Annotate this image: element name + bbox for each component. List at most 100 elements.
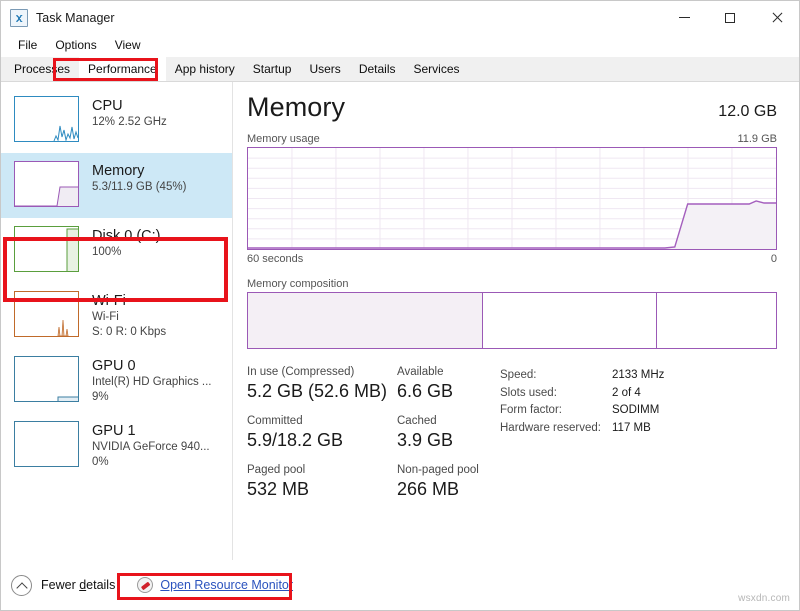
sidebar-item-gpu0-text: GPU 0 Intel(R) HD Graphics ... 9% <box>92 356 212 405</box>
tab-strip: Processes Performance App history Startu… <box>1 57 799 82</box>
fewer-details-pre: Fewer <box>41 578 79 592</box>
sidebar-item-disk0-stat: 100% <box>92 245 160 260</box>
sidebar-item-wifi-adapter: Wi-Fi <box>92 310 166 325</box>
composition-segment-in-use <box>248 293 483 348</box>
sidebar-item-gpu0[interactable]: GPU 0 Intel(R) HD Graphics ... 9% <box>1 348 232 413</box>
fewer-details-button[interactable]: Fewer details <box>41 578 115 592</box>
sidebar-item-cpu-stat: 12% 2.52 GHz <box>92 115 167 130</box>
menu-item-view[interactable]: View <box>107 35 149 56</box>
sidebar-item-gpu0-model: Intel(R) HD Graphics ... <box>92 375 212 390</box>
stat-committed-value: 5.9/18.2 GB <box>247 429 397 452</box>
tab-performance[interactable]: Performance <box>79 57 166 81</box>
tab-app-history[interactable]: App history <box>166 57 244 81</box>
composition-segment-standby <box>657 293 776 348</box>
sidebar-item-wifi-text: Wi-Fi Wi-Fi S: 0 R: 0 Kbps <box>92 291 166 340</box>
title-bar: Task Manager <box>1 1 799 34</box>
sidebar-item-cpu-text: CPU 12% 2.52 GHz <box>92 96 167 130</box>
tab-users[interactable]: Users <box>300 57 349 81</box>
detail-form-factor: Form factor: SODIMM <box>500 402 664 420</box>
minimize-icon <box>679 17 690 18</box>
close-icon <box>771 12 782 23</box>
detail-hardware-reserved-key: Hardware reserved: <box>500 420 612 438</box>
open-resource-monitor[interactable]: Open Resource Monitor <box>137 577 293 593</box>
memory-detail-panel: Memory 12.0 GB Memory usage 11.9 GB <box>233 82 799 608</box>
window-controls <box>661 1 799 34</box>
stat-paged-pool-label: Paged pool <box>247 463 397 478</box>
memory-stats-primary: In use (Compressed) 5.2 GB (52.6 MB) Ava… <box>247 365 500 512</box>
stat-row-committed-cached: Committed 5.9/18.2 GB Cached 3.9 GB <box>247 414 500 452</box>
window-title: Task Manager <box>36 11 115 25</box>
stat-committed: Committed 5.9/18.2 GB <box>247 414 397 452</box>
sidebar-item-gpu1-text: GPU 1 NVIDIA GeForce 940... 0% <box>92 421 210 470</box>
sidebar-item-memory-stat: 5.3/11.9 GB (45%) <box>92 180 186 195</box>
stat-cached: Cached 3.9 GB <box>397 414 453 452</box>
stat-row-pools: Paged pool 532 MB Non-paged pool 266 MB <box>247 463 500 501</box>
usage-axis-left: 60 seconds <box>247 253 303 265</box>
sidebar-item-memory[interactable]: Memory 5.3/11.9 GB (45%) <box>1 153 232 218</box>
resource-sidebar: CPU 12% 2.52 GHz Memory 5.3/11.9 GB (45%… <box>1 82 233 608</box>
gpu1-thumbnail-graph <box>14 421 79 467</box>
stat-non-paged-pool-value: 266 MB <box>397 478 479 501</box>
stat-paged-pool-value: 532 MB <box>247 478 397 501</box>
memory-stats-details: Speed: 2133 MHz Slots used: 2 of 4 Form … <box>500 365 664 512</box>
detail-hardware-reserved: Hardware reserved: 117 MB <box>500 420 664 438</box>
stat-row-inuse-available: In use (Compressed) 5.2 GB (52.6 MB) Ava… <box>247 365 500 403</box>
detail-form-factor-value: SODIMM <box>612 402 659 420</box>
stat-available-label: Available <box>397 365 453 380</box>
sidebar-item-gpu1-model: NVIDIA GeForce 940... <box>92 440 210 455</box>
watermark: wsxdn.com <box>738 593 790 604</box>
maximize-icon <box>725 13 735 23</box>
detail-slots-used-key: Slots used: <box>500 385 612 403</box>
page-title: Memory <box>247 92 345 123</box>
maximize-button[interactable] <box>707 1 753 34</box>
chevron-up-icon[interactable] <box>11 575 32 596</box>
memory-usage-plot <box>248 148 776 249</box>
detail-speed-key: Speed: <box>500 367 612 385</box>
tab-startup[interactable]: Startup <box>244 57 301 81</box>
sidebar-item-memory-label: Memory <box>92 162 186 180</box>
stat-paged-pool: Paged pool 532 MB <box>247 463 397 501</box>
open-resource-monitor-link[interactable]: Open Resource Monitor <box>160 578 293 592</box>
memory-header: Memory 12.0 GB <box>247 92 777 123</box>
total-memory-value: 12.0 GB <box>718 103 777 121</box>
sidebar-item-disk0[interactable]: Disk 0 (C:) 100% <box>1 218 232 283</box>
task-manager-icon <box>10 9 28 27</box>
menu-item-file[interactable]: File <box>10 35 45 56</box>
stat-non-paged-pool: Non-paged pool 266 MB <box>397 463 479 501</box>
detail-form-factor-key: Form factor: <box>500 402 612 420</box>
usage-chart-caption: Memory usage 11.9 GB <box>247 133 777 145</box>
usage-axis-right: 0 <box>771 253 777 265</box>
menu-item-options[interactable]: Options <box>47 35 104 56</box>
tab-services[interactable]: Services <box>405 57 469 81</box>
memory-composition-bar <box>247 292 777 349</box>
sidebar-item-gpu1-label: GPU 1 <box>92 422 210 440</box>
tab-processes[interactable]: Processes <box>5 57 79 81</box>
sidebar-item-gpu0-stat: 9% <box>92 390 212 405</box>
tab-details[interactable]: Details <box>350 57 405 81</box>
cpu-thumbnail-graph <box>14 96 79 142</box>
sidebar-item-wifi-label: Wi-Fi <box>92 292 166 310</box>
wifi-thumbnail-graph <box>14 291 79 337</box>
minimize-button[interactable] <box>661 1 707 34</box>
close-button[interactable] <box>753 1 799 34</box>
status-bar: Fewer details Open Resource Monitor wsxd… <box>1 560 799 610</box>
memory-stats: In use (Compressed) 5.2 GB (52.6 MB) Ava… <box>247 365 777 512</box>
stat-committed-label: Committed <box>247 414 397 429</box>
stat-in-use-value: 5.2 GB (52.6 MB) <box>247 380 397 403</box>
sidebar-item-gpu1[interactable]: GPU 1 NVIDIA GeForce 940... 0% <box>1 413 232 478</box>
detail-hardware-reserved-value: 117 MB <box>612 420 651 438</box>
sidebar-item-wifi[interactable]: Wi-Fi Wi-Fi S: 0 R: 0 Kbps <box>1 283 232 348</box>
stat-cached-value: 3.9 GB <box>397 429 453 452</box>
disk-thumbnail-graph <box>14 226 79 272</box>
task-manager-window: Task Manager File Options View Processes… <box>0 0 800 611</box>
memory-thumbnail-graph <box>14 161 79 207</box>
sidebar-item-cpu[interactable]: CPU 12% 2.52 GHz <box>1 88 232 153</box>
usage-chart-ymax: 11.9 GB <box>737 133 777 145</box>
memory-usage-chart <box>247 147 777 250</box>
sidebar-item-gpu1-stat: 0% <box>92 455 210 470</box>
stat-available: Available 6.6 GB <box>397 365 453 403</box>
fewer-details-post: etails <box>86 578 115 592</box>
sidebar-item-memory-text: Memory 5.3/11.9 GB (45%) <box>92 161 186 195</box>
sidebar-item-cpu-label: CPU <box>92 97 167 115</box>
usage-chart-axis: 60 seconds 0 <box>247 253 777 265</box>
